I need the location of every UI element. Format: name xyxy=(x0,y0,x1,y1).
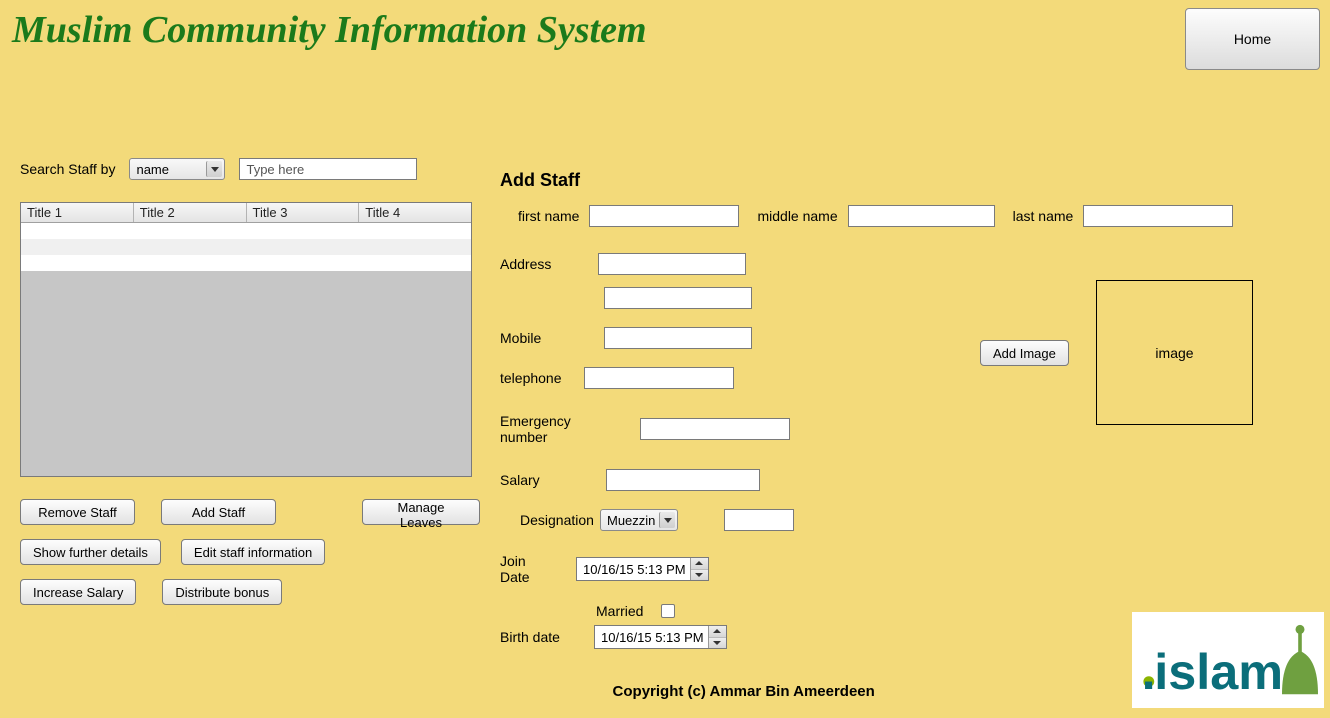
join-date-label: Join Date xyxy=(500,553,558,585)
remove-staff-button[interactable]: Remove Staff xyxy=(20,499,135,525)
mobile-label: Mobile xyxy=(500,330,586,346)
designation-label: Designation xyxy=(520,512,600,528)
salary-label: Salary xyxy=(500,472,588,488)
copyright-text: Copyright (c) Ammar Bin Ameerdeen xyxy=(613,683,875,700)
designation-extra-field[interactable] xyxy=(724,509,794,531)
birth-date-spinner[interactable]: 10/16/15 5:13 PM xyxy=(594,625,727,649)
search-criteria-select[interactable]: name xyxy=(129,158,225,180)
table-row[interactable] xyxy=(21,239,471,255)
spinner-up-icon[interactable] xyxy=(709,626,726,638)
app-title: Muslim Community Information System xyxy=(12,8,647,52)
designation-value: Muezzin xyxy=(607,513,655,528)
show-details-button[interactable]: Show further details xyxy=(20,539,161,565)
svg-text:islam: islam xyxy=(1154,643,1283,700)
table-body xyxy=(21,223,471,271)
search-input[interactable] xyxy=(239,158,417,180)
islam-logo: . islam xyxy=(1132,612,1324,708)
married-label: Married xyxy=(596,603,643,619)
table-row[interactable] xyxy=(21,255,471,271)
address-label: Address xyxy=(500,256,580,272)
col-title3[interactable]: Title 3 xyxy=(247,203,360,222)
telephone-label: telephone xyxy=(500,370,566,386)
col-title2[interactable]: Title 2 xyxy=(134,203,247,222)
middle-name-field[interactable] xyxy=(848,205,995,227)
mobile-field[interactable] xyxy=(604,327,752,349)
designation-select[interactable]: Muezzin xyxy=(600,509,678,531)
chevron-down-icon xyxy=(206,161,222,177)
search-label: Search Staff by xyxy=(20,161,115,177)
staff-table[interactable]: Title 1 Title 2 Title 3 Title 4 xyxy=(20,202,472,477)
add-image-button[interactable]: Add Image xyxy=(980,340,1069,366)
edit-staff-button[interactable]: Edit staff information xyxy=(181,539,325,565)
increase-salary-button[interactable]: Increase Salary xyxy=(20,579,136,605)
last-name-label: last name xyxy=(1013,208,1074,224)
search-criteria-value: name xyxy=(136,162,169,177)
chevron-down-icon xyxy=(659,512,675,528)
spinner-up-icon[interactable] xyxy=(691,558,708,570)
table-row[interactable] xyxy=(21,223,471,239)
birth-date-value: 10/16/15 5:13 PM xyxy=(601,630,704,645)
add-staff-button[interactable]: Add Staff xyxy=(161,499,276,525)
last-name-field[interactable] xyxy=(1083,205,1233,227)
spinner-down-icon[interactable] xyxy=(691,570,708,581)
first-name-field[interactable] xyxy=(589,205,739,227)
emergency-label: Emergency number xyxy=(500,413,622,445)
emergency-field[interactable] xyxy=(640,418,790,440)
birth-date-label: Birth date xyxy=(500,629,576,645)
salary-field[interactable] xyxy=(606,469,760,491)
table-header: Title 1 Title 2 Title 3 Title 4 xyxy=(21,203,471,223)
married-checkbox[interactable] xyxy=(661,604,675,618)
join-date-spinner[interactable]: 10/16/15 5:13 PM xyxy=(576,557,709,581)
image-placeholder-box: image xyxy=(1096,280,1253,425)
section-title: Add Staff xyxy=(500,170,1300,191)
manage-leaves-button[interactable]: Manage Leaves xyxy=(362,499,480,525)
address-field-1[interactable] xyxy=(598,253,746,275)
image-placeholder-text: image xyxy=(1155,345,1193,361)
left-panel: Search Staff by name Title 1 Title 2 Tit… xyxy=(20,158,480,605)
col-title4[interactable]: Title 4 xyxy=(359,203,471,222)
address-field-2[interactable] xyxy=(604,287,752,309)
first-name-label: first name xyxy=(518,208,579,224)
distribute-bonus-button[interactable]: Distribute bonus xyxy=(162,579,282,605)
home-button[interactable]: Home xyxy=(1185,8,1320,70)
col-title1[interactable]: Title 1 xyxy=(21,203,134,222)
spinner-down-icon[interactable] xyxy=(709,638,726,649)
join-date-value: 10/16/15 5:13 PM xyxy=(583,562,686,577)
islam-logo-icon: . islam xyxy=(1138,615,1318,705)
middle-name-label: middle name xyxy=(757,208,837,224)
telephone-field[interactable] xyxy=(584,367,734,389)
add-staff-form: Add Staff first name middle name last na… xyxy=(500,170,1300,667)
